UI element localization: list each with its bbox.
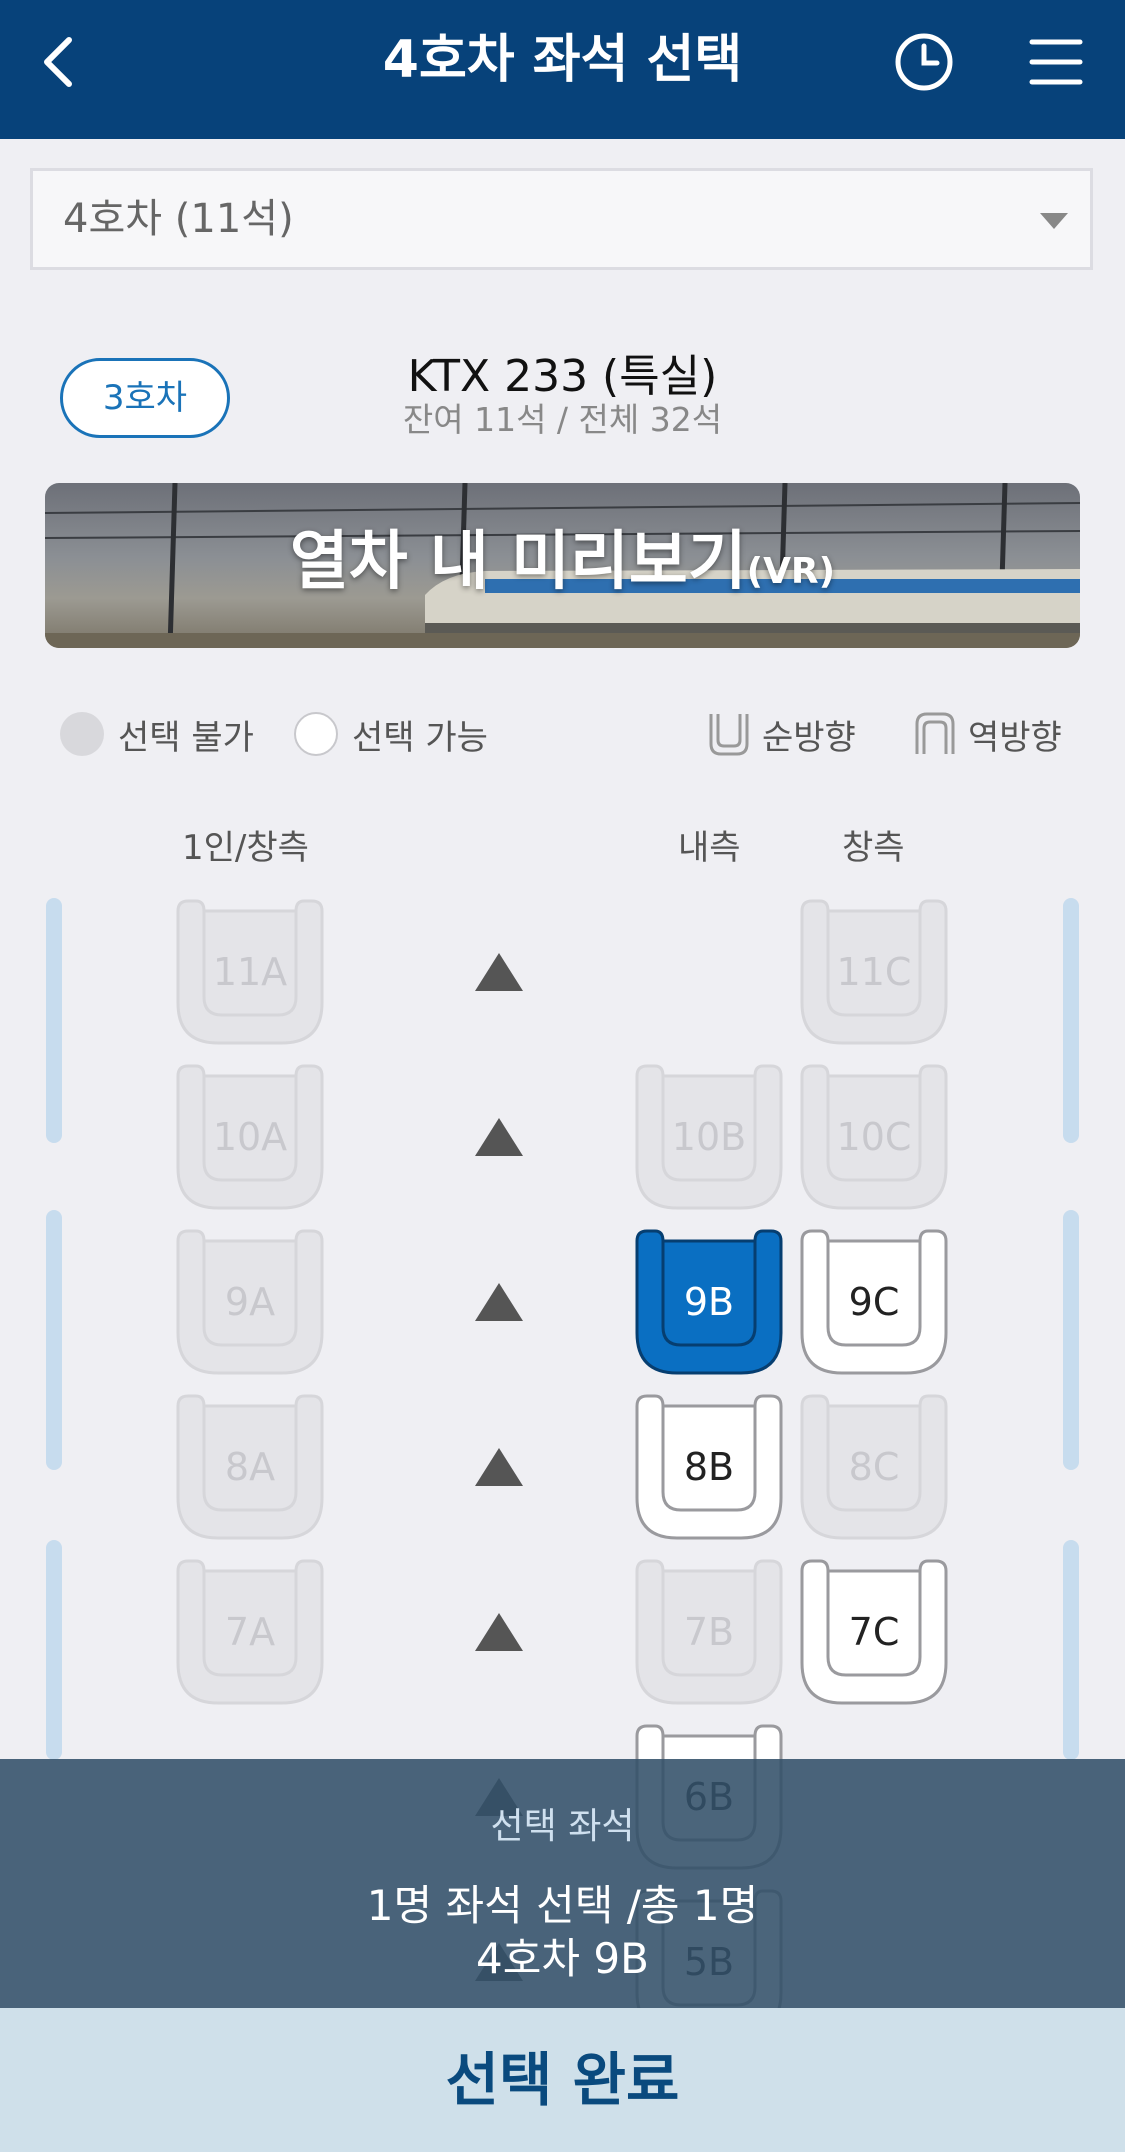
clock-icon bbox=[895, 33, 953, 91]
chevron-down-icon bbox=[1040, 213, 1068, 229]
seat-number: 11A bbox=[212, 950, 288, 994]
seat-7B: 7B bbox=[633, 1557, 785, 1707]
selected-seat-text: 4호차 9B bbox=[476, 1934, 649, 1983]
seat-number: 8B bbox=[683, 1445, 735, 1489]
available-dot-icon bbox=[294, 712, 338, 756]
window-bar-left bbox=[46, 1540, 62, 1760]
selection-count: 1명 좌석 선택 /총 1명 bbox=[366, 1881, 759, 1930]
column-label-aisle: 내측 bbox=[678, 828, 741, 868]
seat-8B[interactable]: 8B bbox=[633, 1392, 785, 1542]
direction-arrow-icon bbox=[475, 1283, 523, 1321]
seat-number: 9C bbox=[848, 1280, 900, 1324]
seat-number: 8A bbox=[224, 1445, 276, 1489]
direction-arrow-icon bbox=[475, 1613, 523, 1651]
seat-number: 9B bbox=[683, 1280, 735, 1324]
seat-number: 10A bbox=[212, 1115, 288, 1159]
legend-unavailable: 선택 불가 bbox=[60, 706, 254, 762]
selection-label: 선택 좌석 bbox=[490, 1806, 635, 1847]
seat-8A: 8A bbox=[174, 1392, 326, 1542]
window-bar-right bbox=[1063, 1540, 1079, 1760]
car-select-value: 4호차 (11석) bbox=[63, 196, 294, 242]
complete-selection-button[interactable]: 선택 완료 bbox=[0, 2008, 1125, 2152]
seat-10B: 10B bbox=[633, 1062, 785, 1212]
direction-arrow-icon bbox=[475, 953, 523, 991]
seat-number: 7B bbox=[683, 1610, 735, 1654]
back-button[interactable] bbox=[18, 22, 98, 102]
seat-8C: 8C bbox=[798, 1392, 950, 1542]
window-bar-right bbox=[1063, 898, 1079, 1143]
seat-11A: 11A bbox=[174, 897, 326, 1047]
legend-forward: 순방향 bbox=[706, 706, 856, 762]
seat-number: 11C bbox=[836, 950, 912, 994]
forward-seat-icon bbox=[709, 714, 749, 756]
seat-9A: 9A bbox=[174, 1227, 326, 1377]
window-bar-left bbox=[46, 1210, 62, 1470]
seat-7A: 7A bbox=[174, 1557, 326, 1707]
seat-9C[interactable]: 9C bbox=[798, 1227, 950, 1377]
back-chevron-icon bbox=[44, 37, 72, 87]
seat-7C[interactable]: 7C bbox=[798, 1557, 950, 1707]
direction-arrow-icon bbox=[475, 1448, 523, 1486]
backward-seat-icon bbox=[915, 712, 955, 754]
seat-9B[interactable]: 9B bbox=[633, 1227, 785, 1377]
vr-banner-title: 열차 내 미리보기(VR) bbox=[289, 525, 836, 599]
unavailable-dot-icon bbox=[60, 712, 104, 756]
legend-available: 선택 가능 bbox=[294, 706, 488, 762]
vr-preview-banner[interactable]: 열차 내 미리보기(VR) bbox=[45, 483, 1080, 648]
seat-10C: 10C bbox=[798, 1062, 950, 1212]
seat-number: 10B bbox=[671, 1115, 747, 1159]
seat-number: 8C bbox=[848, 1445, 900, 1489]
seat-number: 10C bbox=[836, 1115, 912, 1159]
seat-10A: 10A bbox=[174, 1062, 326, 1212]
menu-button[interactable] bbox=[1016, 22, 1096, 102]
direction-arrow-icon bbox=[475, 1118, 523, 1156]
column-label-single-window: 1인/창측 bbox=[182, 828, 309, 868]
hamburger-menu-icon bbox=[1029, 39, 1083, 85]
seat-availability: 잔여 11석 / 전체 32석 bbox=[402, 400, 723, 439]
legend-backward: 역방향 bbox=[912, 706, 1062, 762]
seat-number: 7C bbox=[848, 1610, 900, 1654]
seat-11C: 11C bbox=[798, 897, 950, 1047]
history-button[interactable] bbox=[884, 22, 964, 102]
column-label-window: 창측 bbox=[842, 828, 905, 868]
window-bar-right bbox=[1063, 1210, 1079, 1470]
seat-number: 9A bbox=[224, 1280, 276, 1324]
car-select-dropdown[interactable]: 4호차 (11석) bbox=[30, 168, 1093, 270]
seat-number: 7A bbox=[224, 1610, 276, 1654]
window-bar-left bbox=[46, 898, 62, 1143]
